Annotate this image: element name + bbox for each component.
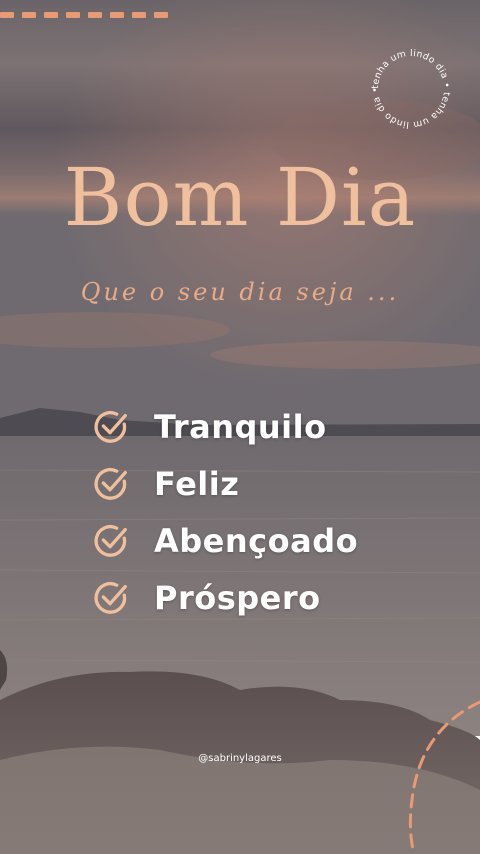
story-canvas: tenha um lindo dia • tenha um lindo dia … xyxy=(0,0,480,854)
decorative-dashed-arc xyxy=(408,700,480,854)
